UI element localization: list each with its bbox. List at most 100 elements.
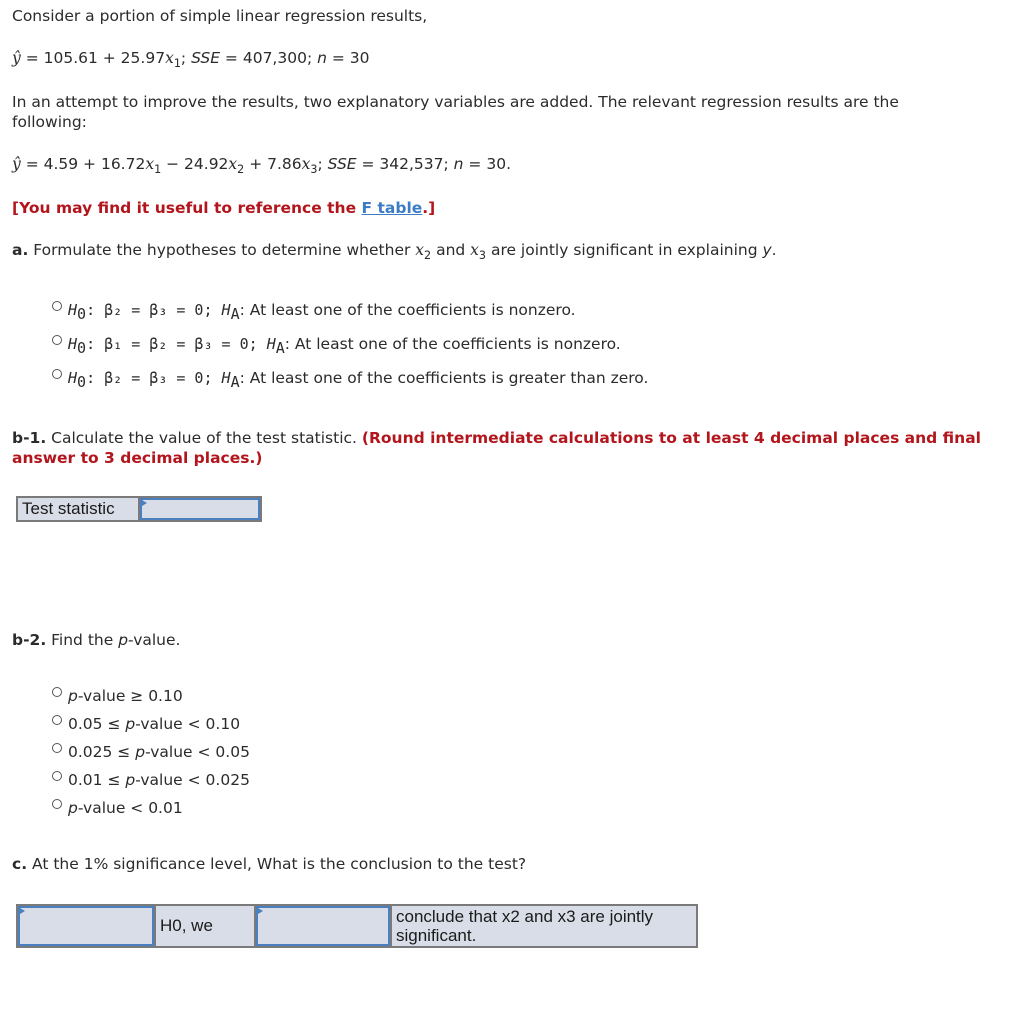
pvalue-option-1[interactable]: p-value ≥ 0.10 <box>52 686 183 706</box>
pvalue-option-3[interactable]: 0.025 ≤ p-value < 0.05 <box>52 742 250 762</box>
alternative-text: : At least one of the coefficients is gr… <box>239 369 649 387</box>
subscript: 0 <box>77 373 87 391</box>
var-x: x <box>165 49 174 67</box>
conclusion-line1: conclude that x2 and x3 are jointly <box>396 907 654 926</box>
part-b2-label: b-2. <box>12 631 47 649</box>
radio-button[interactable] <box>52 369 62 379</box>
var-p: p <box>125 715 136 733</box>
yhat-symbol: ŷ <box>12 155 21 173</box>
subscript: 0 <box>77 339 87 357</box>
option-text: -value < 0.025 <box>135 771 250 789</box>
radio-button[interactable] <box>52 715 62 725</box>
option-text: -value < 0.05 <box>145 743 250 761</box>
question-text: Formulate the hypotheses to determine wh… <box>28 241 416 259</box>
part-a-question: a. Formulate the hypotheses to determine… <box>12 240 777 262</box>
decision-dropdown-1[interactable] <box>18 906 154 946</box>
pvalue-option-5[interactable]: p-value < 0.01 <box>52 798 183 818</box>
option-text: 0.05 ≤ <box>68 715 126 733</box>
alternative-text: : At least one of the coefficients is no… <box>284 335 621 353</box>
reference-suffix: .] <box>422 199 436 217</box>
var-x: x <box>415 241 425 259</box>
subscript: A <box>230 373 240 391</box>
f-table-link[interactable]: F table <box>362 199 423 217</box>
radio-button[interactable] <box>52 799 62 809</box>
decision-dropdown-2[interactable] <box>256 906 390 946</box>
hypothesis-expression: : β₂ = β₃ = 0; <box>86 301 222 319</box>
option-text: -value ≥ 0.10 <box>77 687 183 705</box>
h0-symbol: H <box>68 301 78 319</box>
var-p: p <box>125 771 136 789</box>
sse-value: = 342,537; <box>356 155 454 173</box>
option-text: 0.01 ≤ <box>68 771 126 789</box>
subscript: A <box>275 339 285 357</box>
hypothesis-expression: : β₂ = β₃ = 0; <box>86 369 222 387</box>
conclusion-text: conclude that x2 and x3 are jointly sign… <box>392 906 696 946</box>
option-text: -value < 0.01 <box>77 799 183 817</box>
var-x: x <box>228 155 238 173</box>
yhat-symbol: ŷ <box>12 49 21 67</box>
n-label: n <box>317 49 327 67</box>
var-x: x <box>470 241 479 259</box>
h0-symbol: H <box>68 369 78 387</box>
ha-symbol: H <box>221 301 231 319</box>
conclusion-row: H0, we conclude that x2 and x3 are joint… <box>16 904 698 948</box>
subscript: 3 <box>310 163 318 176</box>
test-statistic-label: Test statistic <box>18 498 138 520</box>
question-text: Find the <box>46 631 119 649</box>
var-p: p <box>118 631 129 649</box>
hypothesis-option-2[interactable]: H0: β₁ = β₂ = β₃ = 0; HA: At least one o… <box>52 334 621 357</box>
var-p: p <box>135 743 146 761</box>
eq-part: ; <box>180 49 192 67</box>
radio-button[interactable] <box>52 687 62 697</box>
eq-part: − 24.92 <box>161 155 229 173</box>
alternative-text: : At least one of the coefficients is no… <box>239 301 576 319</box>
intro-text: Consider a portion of simple linear regr… <box>12 7 428 25</box>
eq-part: ; <box>317 155 328 173</box>
var-p: p <box>68 687 78 705</box>
sse-value: = 407,300; <box>220 49 318 67</box>
hypothesis-option-1[interactable]: H0: β₂ = β₃ = 0; HA: At least one of the… <box>52 300 576 323</box>
pvalue-option-4[interactable]: 0.01 ≤ p-value < 0.025 <box>52 770 250 790</box>
subscript: 0 <box>77 305 87 323</box>
reference-prefix: [You may find it useful to reference the <box>12 199 362 217</box>
conclusion-line2: significant. <box>396 926 477 945</box>
h0-symbol: H <box>68 335 78 353</box>
question-text: are jointly significant in explaining <box>486 241 763 259</box>
rounding-instruction: (Round intermediate calculations to at l… <box>361 429 981 447</box>
subscript: 1 <box>173 57 181 70</box>
n-value: = 30. <box>463 155 511 173</box>
test-statistic-row: Test statistic <box>16 496 262 522</box>
n-label: n <box>453 155 464 173</box>
subscript: 3 <box>478 249 487 262</box>
part-b1-label: b-1. <box>12 429 47 447</box>
part-c-question: c. At the 1% significance level, What is… <box>12 854 526 874</box>
reference-note: [You may find it useful to reference the… <box>12 198 435 218</box>
ha-symbol: H <box>266 335 276 353</box>
part-c-label: c. <box>12 855 28 873</box>
var-x: x <box>145 155 155 173</box>
radio-button[interactable] <box>52 771 62 781</box>
question-text: At the 1% significance level, What is th… <box>27 855 527 873</box>
hypothesis-expression: : β₁ = β₂ = β₃ = 0; <box>86 335 267 353</box>
eq-part: = 4.59 + 16.72 <box>20 155 146 173</box>
ha-symbol: H <box>221 369 231 387</box>
var-y: y <box>762 241 772 259</box>
sse-label: SSE <box>327 155 357 173</box>
simple-model-equation: ŷ = 105.61 + 25.97x1; SSE = 407,300; n =… <box>12 48 370 70</box>
question-text: -value. <box>128 631 181 649</box>
radio-button[interactable] <box>52 335 62 345</box>
pvalue-option-2[interactable]: 0.05 ≤ p-value < 0.10 <box>52 714 240 734</box>
part-b1-question: b-1. Calculate the value of the test sta… <box>12 428 981 448</box>
radio-button[interactable] <box>52 743 62 753</box>
sse-label: SSE <box>191 49 220 67</box>
radio-button[interactable] <box>52 301 62 311</box>
option-text: -value < 0.10 <box>135 715 241 733</box>
test-statistic-input[interactable] <box>140 498 260 520</box>
question-text: . <box>771 241 777 259</box>
eq-part: + 7.86 <box>244 155 302 173</box>
var-p: p <box>68 799 78 817</box>
rounding-instruction-line2: answer to 3 decimal places.) <box>12 449 263 467</box>
improve-text-line1: In an attempt to improve the results, tw… <box>12 93 899 111</box>
hypothesis-option-3[interactable]: H0: β₂ = β₃ = 0; HA: At least one of the… <box>52 368 649 391</box>
question-text: and <box>431 241 471 259</box>
